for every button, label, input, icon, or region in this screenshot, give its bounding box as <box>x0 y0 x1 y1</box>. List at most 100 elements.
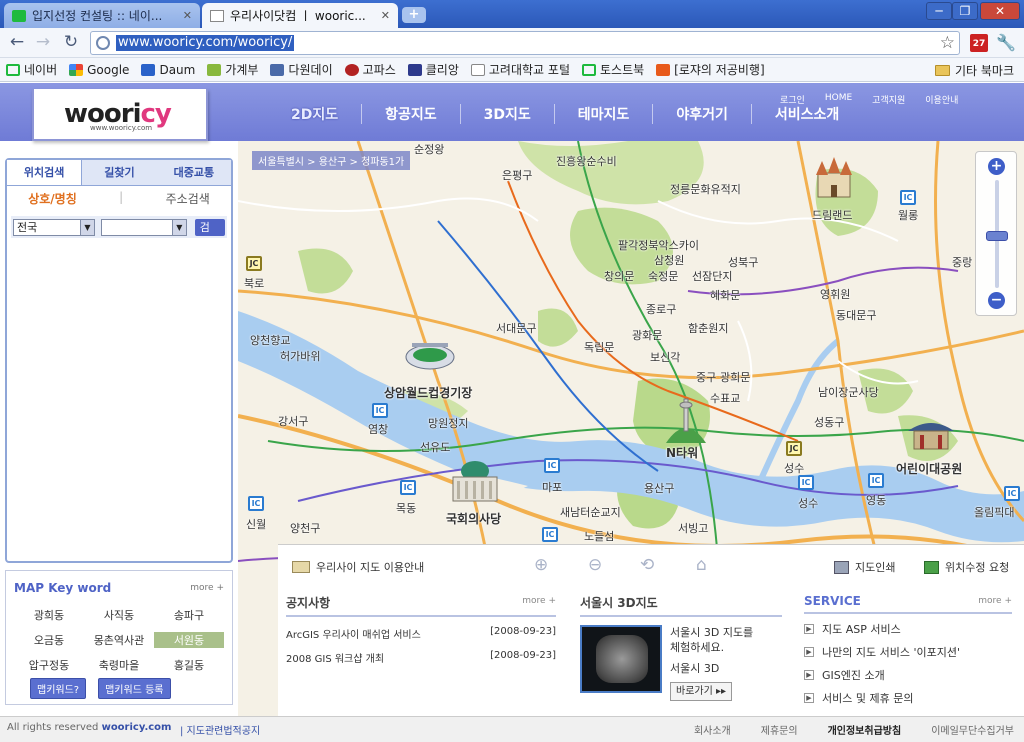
seoul-3d-go-button[interactable]: 바로가기 ▸▸ <box>670 682 733 701</box>
n-tower-icon[interactable] <box>662 393 710 445</box>
nav-2d-map[interactable]: 2D지도 <box>268 104 361 124</box>
ic-marker[interactable]: IC <box>248 496 264 511</box>
ic-marker[interactable]: IC <box>400 480 416 495</box>
keyword-item[interactable]: 송파구 <box>154 607 224 623</box>
keyword-item[interactable]: 오금동 <box>14 632 84 648</box>
site-logo[interactable]: wooricy www.wooricy.com <box>32 89 208 141</box>
district-select[interactable]: ▼ <box>100 218 187 236</box>
palace-icon[interactable] <box>906 415 956 455</box>
guide-link[interactable]: 이용안내 <box>925 93 958 106</box>
service-more-link[interactable]: more + <box>978 596 1012 606</box>
nav-3d-map[interactable]: 3D지도 <box>459 104 554 124</box>
service-item[interactable]: ▶ 지도 ASP 서비스 <box>804 621 1012 637</box>
back-arrow-icon[interactable]: ← <box>6 32 28 54</box>
notice-item[interactable]: ArcGIS 우리사이 매쉬업 서비스 [2008-09-23] <box>286 626 556 641</box>
region-select[interactable]: 전국 ▼ <box>13 218 95 236</box>
bookmark-naver[interactable]: 네이버 <box>6 61 57 78</box>
jc-marker[interactable]: JC <box>786 441 802 456</box>
close-icon[interactable]: ✕ <box>381 9 390 22</box>
star-icon[interactable]: ☆ <box>940 33 955 53</box>
ic-marker[interactable]: IC <box>542 527 558 542</box>
print-map-button[interactable]: 지도인쇄 <box>834 559 895 575</box>
url-text[interactable]: www.wooricy.com/wooricy/ <box>116 35 295 51</box>
mode-business-name[interactable]: 상호/명칭 <box>28 190 77 207</box>
tab-location-search[interactable]: 위치검색 <box>7 160 83 185</box>
forward-arrow-icon[interactable]: → <box>32 32 54 54</box>
address-bar[interactable]: www.wooricy.com/wooricy/ ☆ <box>90 31 960 55</box>
search-button[interactable]: 검색 <box>194 218 225 251</box>
about-link[interactable]: 회사소개 <box>694 722 731 737</box>
minimize-button[interactable]: ─ <box>926 2 952 20</box>
home-link[interactable]: HOME <box>825 93 852 106</box>
bookmark-blog[interactable]: [로쟈의 저공비행] <box>656 61 765 78</box>
map-canvas[interactable]: 서울특별시 > 용산구 > 청파동1가 진흥왕순수비 은평구 정릉문화유적지 팔… <box>238 141 1024 716</box>
ic-marker[interactable]: IC <box>900 190 916 205</box>
ic-marker[interactable]: IC <box>372 403 388 418</box>
refresh-tool-icon[interactable]: ⟲ <box>640 555 654 575</box>
zoom-in-button[interactable]: + <box>988 158 1005 175</box>
stadium-icon[interactable] <box>404 337 456 371</box>
privacy-policy-link[interactable]: 개인정보취급방침 <box>828 722 902 737</box>
keyword-item[interactable]: 사직동 <box>84 607 154 623</box>
ic-marker[interactable]: IC <box>1004 486 1020 501</box>
keyword-item[interactable]: 홍길동 <box>154 657 224 673</box>
ic-marker[interactable]: IC <box>544 458 560 473</box>
keyword-item[interactable]: 압구정동 <box>14 657 84 673</box>
bookmark-daum[interactable]: Daum <box>141 63 195 77</box>
maximize-button[interactable]: ❐ <box>952 2 978 20</box>
bookmark-toastbook[interactable]: 토스트북 <box>582 61 644 78</box>
tab-naver[interactable]: 입지선정 컨설팅 :: 네이... ✕ <box>4 3 200 28</box>
service-item[interactable]: ▶ GIS엔진 소개 <box>804 667 1012 683</box>
notice-item[interactable]: 2008 GIS 워크샵 개최 [2008-09-23] <box>286 650 556 665</box>
reload-icon[interactable]: ↻ <box>60 32 82 54</box>
chevron-down-icon[interactable]: ▼ <box>171 219 186 235</box>
bookmark-korea-univ[interactable]: 고려대학교 포털 <box>470 61 570 78</box>
zoom-slider-handle[interactable] <box>986 230 1008 241</box>
keyword-help-button[interactable]: 맵키워드? <box>30 678 87 699</box>
keyword-register-button[interactable]: 맵키워드 등록 <box>98 678 171 699</box>
bookmark-gopas[interactable]: 고파스 <box>344 61 396 78</box>
nav-aerial-map[interactable]: 항공지도 <box>361 104 460 124</box>
service-item[interactable]: ▶ 나만의 지도 서비스 '이포지션' <box>804 644 1012 660</box>
keyword-item[interactable]: 축령마을 <box>84 657 154 673</box>
partnership-link[interactable]: 제휴문의 <box>761 722 798 737</box>
report-location-button[interactable]: 위치수정 요청 <box>924 559 1009 575</box>
tab-directions[interactable]: 길찾기 <box>82 160 156 185</box>
other-bookmarks[interactable]: 기타 북마크 <box>934 62 1014 79</box>
notice-more-link[interactable]: more + <box>522 596 556 606</box>
chevron-down-icon[interactable]: ▼ <box>79 219 94 235</box>
tab-wooricy[interactable]: 우리사이닷컴 ㅣ wooric... ✕ <box>202 3 398 28</box>
mode-address[interactable]: 주소검색 <box>166 190 210 207</box>
zoom-out-button[interactable]: − <box>988 292 1005 309</box>
close-icon[interactable]: ✕ <box>183 9 192 22</box>
keyword-item[interactable]: 광희동 <box>14 607 84 623</box>
calendar-icon[interactable]: 27 <box>970 34 988 52</box>
bookmark-clien[interactable]: 클리앙 <box>407 61 459 78</box>
service-item[interactable]: ▶ 서비스 및 제휴 문의 <box>804 690 1012 706</box>
zoom-out-tool-icon[interactable]: ⊖ <box>588 555 602 575</box>
bookmark-ledger[interactable]: 가계부 <box>207 61 258 78</box>
new-tab-button[interactable]: + <box>402 7 426 23</box>
ic-marker[interactable]: IC <box>868 473 884 488</box>
keyword-item-highlighted[interactable]: 서원동 <box>154 632 224 648</box>
tab-transit[interactable]: 대중교통 <box>157 160 231 185</box>
keyword-more-link[interactable]: more + <box>190 583 224 593</box>
bookmark-google[interactable]: Google <box>69 63 129 77</box>
wrench-icon[interactable]: 🔧 <box>996 33 1016 52</box>
ic-marker[interactable]: IC <box>798 475 814 490</box>
nav-theme-map[interactable]: 테마지도 <box>553 104 653 124</box>
nav-service-intro[interactable]: 서비스소개 <box>750 104 862 124</box>
jc-marker[interactable]: JC <box>246 256 262 271</box>
nav-yahoo-street[interactable]: 야후거기 <box>652 104 751 124</box>
legal-notice-link[interactable]: | 지도관련법적공지 <box>180 722 260 737</box>
email-refusal-link[interactable]: 이메일무단수집거부 <box>931 722 1014 737</box>
map-guide-link[interactable]: 우리사이 지도 이용안내 <box>292 559 424 575</box>
bookmark-dawonday[interactable]: 다원데이 <box>270 61 333 78</box>
close-window-button[interactable]: ✕ <box>980 2 1020 20</box>
seoul-3d-thumbnail[interactable] <box>580 625 662 693</box>
support-link[interactable]: 고객지원 <box>872 93 905 106</box>
measure-tool-icon[interactable]: ⌂ <box>696 555 707 575</box>
national-assembly-icon[interactable] <box>448 459 502 505</box>
login-link[interactable]: 로그인 <box>780 93 805 106</box>
keyword-item[interactable]: 몽촌역사관 <box>84 632 154 648</box>
